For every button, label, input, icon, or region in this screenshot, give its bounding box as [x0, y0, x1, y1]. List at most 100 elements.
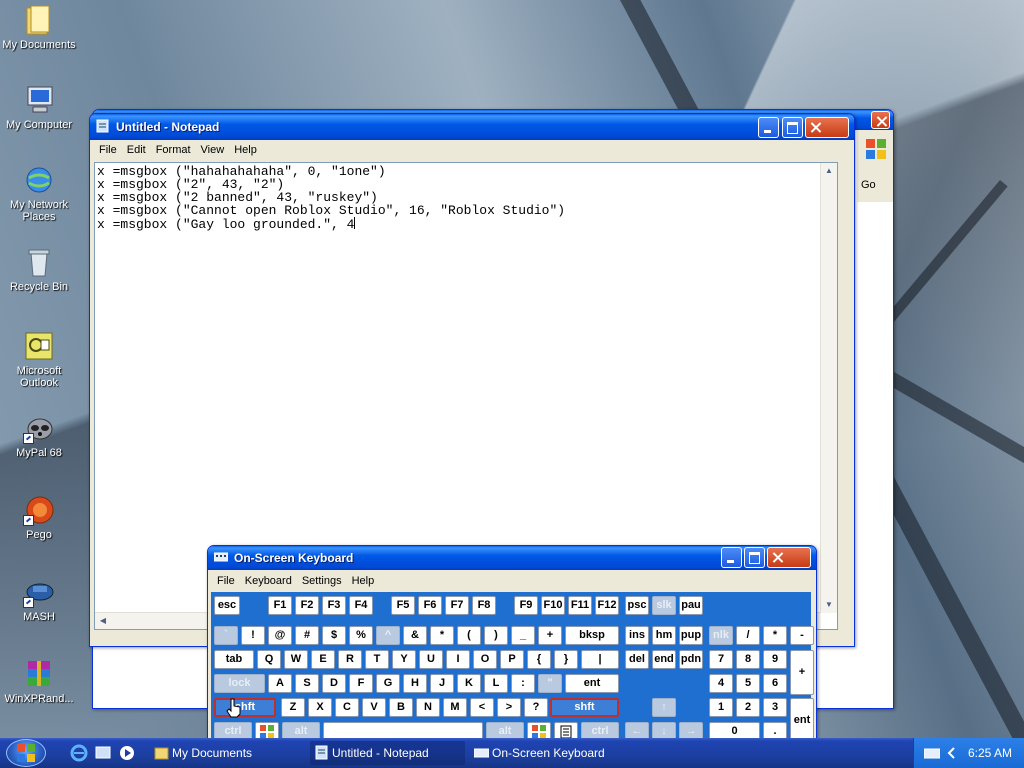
key-at[interactable]: @: [268, 626, 292, 645]
key-lbrace[interactable]: {: [527, 650, 551, 669]
key-f4[interactable]: F4: [349, 596, 373, 615]
key-enter[interactable]: ent: [565, 674, 619, 693]
menu-view[interactable]: View: [196, 144, 230, 156]
key-numpad-6[interactable]: 6: [763, 674, 787, 693]
osk-menu-settings[interactable]: Settings: [297, 575, 347, 587]
key-numpad-8[interactable]: 8: [736, 650, 760, 669]
key-numpad-9[interactable]: 9: [763, 650, 787, 669]
key-numpad-slash[interactable]: /: [736, 626, 760, 645]
osk-menu-file[interactable]: File: [212, 575, 240, 587]
key-percent[interactable]: %: [349, 626, 373, 645]
key-gt[interactable]: >: [497, 698, 521, 717]
key-f8[interactable]: F8: [472, 596, 496, 615]
osk-menu-help[interactable]: Help: [347, 575, 380, 587]
scroll-down-arrow-icon[interactable]: ▼: [821, 597, 837, 613]
media-player-icon[interactable]: [118, 744, 136, 762]
key-w[interactable]: W: [284, 650, 308, 669]
key-numpad-1[interactable]: 1: [709, 698, 733, 717]
key-numpad-2[interactable]: 2: [736, 698, 760, 717]
key-v[interactable]: V: [362, 698, 386, 717]
osk-window[interactable]: On-Screen Keyboard File Keyboard Setting…: [207, 545, 817, 746]
key-f6[interactable]: F6: [418, 596, 442, 615]
key-rbrace[interactable]: }: [554, 650, 578, 669]
key-lparen[interactable]: (: [457, 626, 481, 645]
osk-close-button[interactable]: [767, 547, 811, 568]
osk-titlebar[interactable]: On-Screen Keyboard: [208, 546, 816, 570]
key-backtick[interactable]: `: [214, 626, 238, 645]
key-arrow-up[interactable]: ↑: [652, 698, 676, 717]
desktop-icon-winxprand[interactable]: WinXPRand...: [0, 658, 78, 705]
key-ins[interactable]: ins: [625, 626, 649, 645]
osk-menu-keyboard[interactable]: Keyboard: [240, 575, 297, 587]
key-psc[interactable]: psc: [625, 596, 649, 615]
key-slk[interactable]: slk: [652, 596, 676, 615]
keyboard-tray-icon[interactable]: [924, 746, 940, 760]
internet-explorer-icon[interactable]: [70, 744, 88, 762]
key-left-shift[interactable]: shft: [214, 698, 276, 717]
key-d[interactable]: D: [322, 674, 346, 693]
key-f[interactable]: F: [349, 674, 373, 693]
key-hash[interactable]: #: [295, 626, 319, 645]
key-f2[interactable]: F2: [295, 596, 319, 615]
desktop-icon-pego[interactable]: Pego: [0, 494, 78, 541]
taskbar-item-my-documents[interactable]: My Documents: [150, 741, 305, 765]
key-numpad-7[interactable]: 7: [709, 650, 733, 669]
key-ampersand[interactable]: &: [403, 626, 427, 645]
menu-edit[interactable]: Edit: [122, 144, 151, 156]
key-a[interactable]: A: [268, 674, 292, 693]
key-numpad-minus[interactable]: -: [790, 626, 814, 645]
chevron-left-icon[interactable]: [946, 746, 956, 760]
desktop-icon-microsoft-outlook[interactable]: Microsoft Outlook: [0, 330, 78, 389]
key-lt[interactable]: <: [470, 698, 494, 717]
taskbar-item-notepad[interactable]: Untitled - Notepad: [310, 741, 465, 765]
notepad-titlebar[interactable]: Untitled - Notepad: [90, 114, 854, 140]
go-button[interactable]: Go: [857, 170, 893, 202]
menu-file[interactable]: File: [94, 144, 122, 156]
key-f9[interactable]: F9: [514, 596, 538, 615]
key-pup[interactable]: pup: [679, 626, 703, 645]
taskbar-item-on-screen-keyboard[interactable]: On-Screen Keyboard: [470, 741, 630, 765]
key-pipe[interactable]: |: [581, 650, 619, 669]
key-f12[interactable]: F12: [595, 596, 619, 615]
key-x[interactable]: X: [308, 698, 332, 717]
key-b[interactable]: B: [389, 698, 413, 717]
key-numpad-3[interactable]: 3: [763, 698, 787, 717]
desktop-icon-mypal-68[interactable]: MyPal 68: [0, 412, 78, 459]
key-quote[interactable]: ": [538, 674, 562, 693]
osk-maximize-button[interactable]: [744, 547, 765, 568]
key-caret[interactable]: ^: [376, 626, 400, 645]
desktop-icon-my-network-places[interactable]: My Network Places: [0, 164, 78, 223]
key-right-shift[interactable]: shft: [550, 698, 619, 717]
key-numpad-plus[interactable]: +: [790, 650, 814, 695]
key-p[interactable]: P: [500, 650, 524, 669]
key-n[interactable]: N: [416, 698, 440, 717]
key-o[interactable]: O: [473, 650, 497, 669]
key-z[interactable]: Z: [281, 698, 305, 717]
key-h[interactable]: H: [403, 674, 427, 693]
key-nlk[interactable]: nlk: [709, 626, 733, 645]
desktop-icon-my-documents[interactable]: My Documents: [0, 4, 78, 51]
key-tab[interactable]: tab: [214, 650, 254, 669]
key-g[interactable]: G: [376, 674, 400, 693]
key-caps-lock[interactable]: lock: [214, 674, 265, 693]
clock[interactable]: 6:25 AM: [968, 746, 1012, 760]
key-bksp[interactable]: bksp: [565, 626, 619, 645]
key-t[interactable]: T: [365, 650, 389, 669]
start-button[interactable]: [6, 739, 46, 767]
menu-format[interactable]: Format: [151, 144, 196, 156]
key-f5[interactable]: F5: [391, 596, 415, 615]
key-pau[interactable]: pau: [679, 596, 703, 615]
key-e[interactable]: E: [311, 650, 335, 669]
key-dollar[interactable]: $: [322, 626, 346, 645]
key-c[interactable]: C: [335, 698, 359, 717]
key-numpad-4[interactable]: 4: [709, 674, 733, 693]
key-s[interactable]: S: [295, 674, 319, 693]
key-m[interactable]: M: [443, 698, 467, 717]
key-underscore[interactable]: _: [511, 626, 535, 645]
key-j[interactable]: J: [430, 674, 454, 693]
key-question[interactable]: ?: [524, 698, 548, 717]
key-q[interactable]: Q: [257, 650, 281, 669]
desktop-icon-my-computer[interactable]: My Computer: [0, 84, 78, 131]
notepad-maximize-button[interactable]: [782, 117, 803, 138]
key-numpad-enter[interactable]: ent: [790, 698, 814, 743]
